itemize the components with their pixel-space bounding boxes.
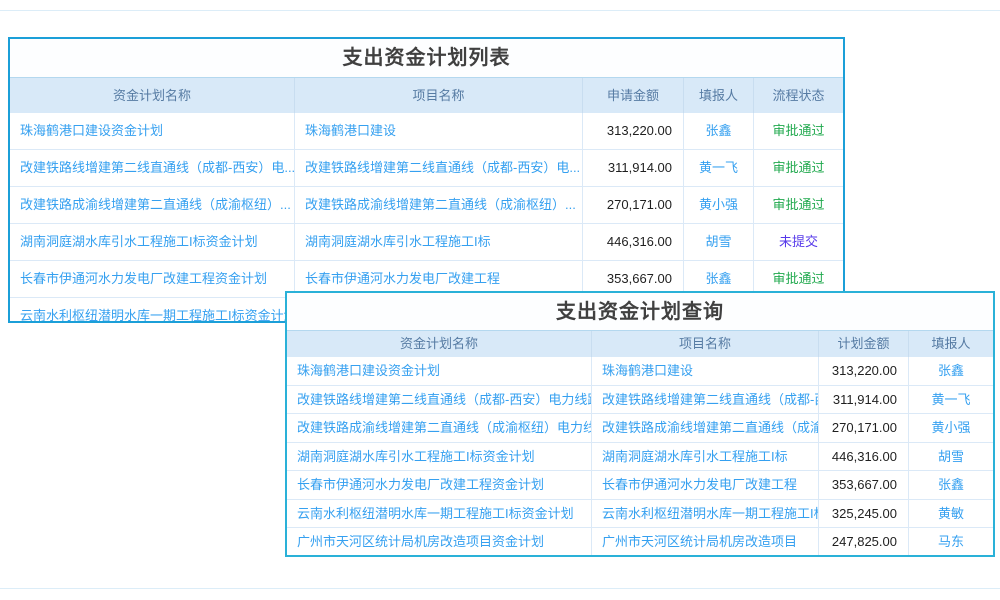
- column-header: 计划金额: [819, 331, 909, 357]
- cell-reporter: 黄一飞: [684, 150, 754, 186]
- cell-project-name[interactable]: 湖南洞庭湖水库引水工程施工I标: [295, 224, 583, 260]
- table-header-row: 资金计划名称项目名称申请金额填报人流程状态: [10, 78, 843, 113]
- cell-amount: 247,825.00: [819, 528, 909, 557]
- cell-amount: 313,220.00: [583, 113, 684, 149]
- cell-amount: 313,220.00: [819, 357, 909, 385]
- cell-project-name[interactable]: 改建铁路线增建第二线直通线（成都-西安: [592, 386, 819, 414]
- cell-plan-name[interactable]: 珠海鹤港口建设资金计划: [287, 357, 592, 385]
- cell-plan-name[interactable]: 改建铁路成渝线增建第二直通线（成渝枢纽）...: [10, 187, 295, 223]
- cell-plan-name[interactable]: 云南水利枢纽潜明水库一期工程施工I标资金计划: [287, 500, 592, 528]
- cell-reporter: 张鑫: [909, 471, 993, 499]
- cell-plan-name[interactable]: 改建铁路线增建第二线直通线（成都-西安）电力线路迁: [287, 386, 592, 414]
- cell-plan-name[interactable]: 广州市天河区统计局机房改造项目资金计划: [287, 528, 592, 557]
- cell-amount: 325,245.00: [819, 500, 909, 528]
- cell-project-name[interactable]: 长春市伊通河水力发电厂改建工程: [592, 471, 819, 499]
- table-row[interactable]: 改建铁路线增建第二线直通线（成都-西安）电力线路迁改建铁路线增建第二线直通线（成…: [287, 386, 993, 415]
- cell-reporter: 马东: [909, 528, 993, 557]
- cell-plan-name[interactable]: 改建铁路线增建第二线直通线（成都-西安）电...: [10, 150, 295, 186]
- cell-project-name[interactable]: 珠海鹤港口建设: [295, 113, 583, 149]
- cell-reporter: 胡雪: [684, 224, 754, 260]
- cell-project-name[interactable]: 改建铁路线增建第二线直通线（成都-西安）电...: [295, 150, 583, 186]
- cell-reporter: 张鑫: [909, 357, 993, 385]
- table-row[interactable]: 湖南洞庭湖水库引水工程施工I标资金计划湖南洞庭湖水库引水工程施工I标446,31…: [10, 224, 843, 261]
- cell-status: 审批通过: [754, 113, 843, 149]
- cell-amount: 311,914.00: [583, 150, 684, 186]
- expenditure-plan-list-window: 支出资金计划列表 资金计划名称项目名称申请金额填报人流程状态 珠海鹤港口建设资金…: [8, 37, 845, 323]
- cell-reporter: 胡雪: [909, 443, 993, 471]
- table-header-row: 资金计划名称项目名称计划金额填报人: [287, 331, 993, 357]
- page-bottom-border-line: [0, 588, 1000, 589]
- cell-plan-name[interactable]: 长春市伊通河水力发电厂改建工程资金计划: [10, 261, 295, 297]
- cell-reporter: 张鑫: [684, 113, 754, 149]
- cell-amount: 270,171.00: [583, 187, 684, 223]
- table-row[interactable]: 改建铁路线增建第二线直通线（成都-西安）电...改建铁路线增建第二线直通线（成都…: [10, 150, 843, 187]
- cell-reporter: 黄一飞: [909, 386, 993, 414]
- table-row[interactable]: 湖南洞庭湖水库引水工程施工I标资金计划湖南洞庭湖水库引水工程施工I标446,31…: [287, 443, 993, 472]
- column-header: 项目名称: [592, 331, 819, 357]
- column-header: 项目名称: [295, 78, 583, 113]
- cell-amount: 446,316.00: [819, 443, 909, 471]
- table-row[interactable]: 改建铁路成渝线增建第二直通线（成渝枢纽）...改建铁路成渝线增建第二直通线（成渝…: [10, 187, 843, 224]
- cell-amount: 311,914.00: [819, 386, 909, 414]
- page: 支出资金计划列表 资金计划名称项目名称申请金额填报人流程状态 珠海鹤港口建设资金…: [0, 0, 1000, 600]
- column-header: 填报人: [684, 78, 754, 113]
- cell-project-name[interactable]: 湖南洞庭湖水库引水工程施工I标: [592, 443, 819, 471]
- page-title: 支出资金计划查询: [287, 293, 993, 331]
- table-row[interactable]: 云南水利枢纽潜明水库一期工程施工I标资金计划云南水利枢纽潜明水库一期工程施工I标…: [287, 500, 993, 529]
- cell-plan-name[interactable]: 改建铁路成渝线增建第二直通线（成渝枢纽）电力线路迁: [287, 414, 592, 442]
- cell-status: 审批通过: [754, 187, 843, 223]
- table-row[interactable]: 广州市天河区统计局机房改造项目资金计划广州市天河区统计局机房改造项目247,82…: [287, 528, 993, 557]
- table-row[interactable]: 珠海鹤港口建设资金计划珠海鹤港口建设313,220.00张鑫: [287, 357, 993, 386]
- table-row[interactable]: 长春市伊通河水力发电厂改建工程资金计划长春市伊通河水力发电厂改建工程353,66…: [287, 471, 993, 500]
- cell-status: 未提交: [754, 224, 843, 260]
- cell-amount: 353,667.00: [819, 471, 909, 499]
- column-header: 申请金额: [583, 78, 684, 113]
- cell-project-name[interactable]: 珠海鹤港口建设: [592, 357, 819, 385]
- cell-reporter: 黄小强: [909, 414, 993, 442]
- cell-reporter: 黄小强: [684, 187, 754, 223]
- cell-reporter: 黄敏: [909, 500, 993, 528]
- table-row[interactable]: 改建铁路成渝线增建第二直通线（成渝枢纽）电力线路迁改建铁路成渝线增建第二直通线（…: [287, 414, 993, 443]
- cell-amount: 446,316.00: [583, 224, 684, 260]
- cell-project-name[interactable]: 改建铁路成渝线增建第二直通线（成渝枢纽）...: [295, 187, 583, 223]
- cell-plan-name[interactable]: 长春市伊通河水力发电厂改建工程资金计划: [287, 471, 592, 499]
- column-header: 资金计划名称: [10, 78, 295, 113]
- cell-amount: 270,171.00: [819, 414, 909, 442]
- cell-plan-name[interactable]: 云南水利枢纽潜明水库一期工程施工I标资金计划: [10, 298, 295, 323]
- cell-plan-name[interactable]: 湖南洞庭湖水库引水工程施工I标资金计划: [287, 443, 592, 471]
- page-top-border-line: [0, 10, 1000, 11]
- cell-plan-name[interactable]: 珠海鹤港口建设资金计划: [10, 113, 295, 149]
- column-header: 流程状态: [754, 78, 843, 113]
- cell-project-name[interactable]: 改建铁路成渝线增建第二直通线（成渝枢纽: [592, 414, 819, 442]
- table-row[interactable]: 珠海鹤港口建设资金计划珠海鹤港口建设313,220.00张鑫审批通过: [10, 113, 843, 150]
- page-title: 支出资金计划列表: [10, 39, 843, 78]
- cell-status: 审批通过: [754, 150, 843, 186]
- cell-project-name[interactable]: 云南水利枢纽潜明水库一期工程施工I标: [592, 500, 819, 528]
- column-header: 资金计划名称: [287, 331, 592, 357]
- column-header: 填报人: [909, 331, 993, 357]
- cell-project-name[interactable]: 广州市天河区统计局机房改造项目: [592, 528, 819, 557]
- cell-plan-name[interactable]: 湖南洞庭湖水库引水工程施工I标资金计划: [10, 224, 295, 260]
- table-body: 珠海鹤港口建设资金计划珠海鹤港口建设313,220.00张鑫改建铁路线增建第二线…: [287, 357, 993, 557]
- expenditure-plan-query-window: 支出资金计划查询 资金计划名称项目名称计划金额填报人 珠海鹤港口建设资金计划珠海…: [285, 291, 995, 557]
